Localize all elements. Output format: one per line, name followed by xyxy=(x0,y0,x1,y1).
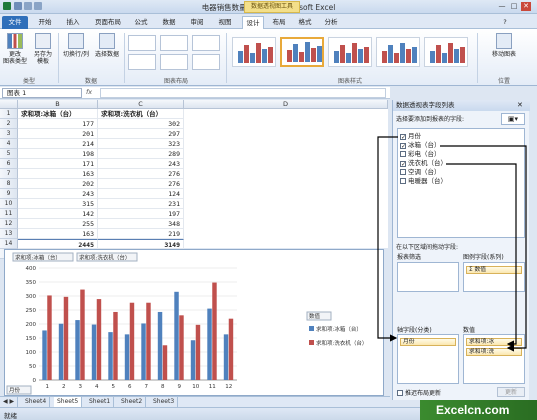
status-ready: 就绪 xyxy=(4,412,17,420)
annotation-arrows xyxy=(377,136,527,352)
site-watermark: Excelcn.com xyxy=(420,400,537,420)
